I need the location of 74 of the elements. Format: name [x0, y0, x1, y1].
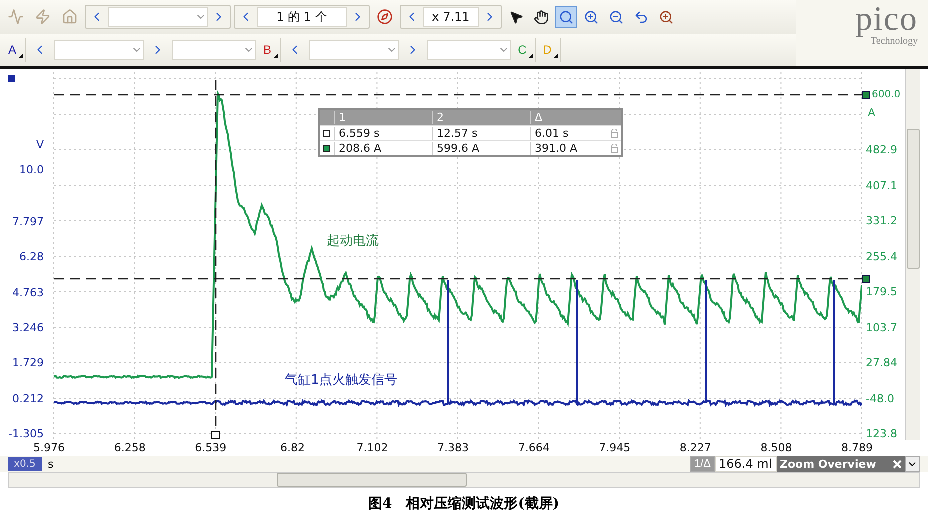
multiplier-badge: x0.5 — [8, 457, 42, 471]
channel-button[interactable]: A — [4, 38, 26, 62]
hand-icon — [534, 10, 548, 24]
zoom-out-icon — [608, 10, 624, 24]
undo-icon — [634, 10, 648, 24]
axis-label: 6.28 — [20, 250, 44, 264]
column-header: 2 — [432, 111, 530, 124]
table-cell: 6.01 s — [530, 126, 621, 140]
axis-label: -48.0 — [866, 392, 894, 405]
zoom-icon — [658, 10, 674, 24]
panel-title: Zoom Overview — [780, 458, 876, 470]
table-cell: 391.0 A — [530, 142, 621, 154]
page-field[interactable]: 1 的 1 个 — [257, 7, 347, 27]
axis-label: 7.945 — [599, 442, 631, 454]
zoom-field[interactable]: x 7.11 — [423, 7, 479, 27]
axis-label: 7.383 — [438, 442, 470, 454]
axis-unit: A — [868, 106, 876, 120]
axis-label: 255.4 — [866, 250, 898, 263]
column-header: Δ — [530, 111, 621, 124]
coupling-dropdown[interactable] — [427, 40, 511, 60]
axis-unit: s — [48, 458, 55, 470]
dropdown-button[interactable] — [905, 456, 920, 472]
table-cell: 208.6 A — [334, 142, 432, 154]
zoom-in-icon — [584, 10, 598, 24]
axis-label: 1.729 — [12, 356, 44, 370]
cursor-handle[interactable] — [862, 275, 870, 283]
annotation-label: 气缸1点火触发信号 — [285, 372, 398, 389]
axis-label: 8.789 — [842, 442, 874, 454]
axis-label: 8.227 — [680, 442, 712, 454]
axis-label: 7.102 — [356, 442, 388, 454]
axis-label: 482.9 — [866, 144, 898, 156]
axis-label: 407.1 — [866, 179, 898, 192]
lock-icon — [611, 129, 618, 138]
table-cell: 6.559 s — [334, 126, 432, 140]
table-cell: 12.57 s — [432, 126, 530, 140]
axis-label: 123.8 — [866, 428, 898, 440]
axis-label: 600.0 — [872, 90, 901, 100]
close-icon[interactable] — [893, 460, 902, 468]
figure-caption: 图4 相对压缩测试波形(截屏) — [368, 495, 560, 514]
axis-label: 331.2 — [866, 214, 898, 228]
view-dropdown[interactable] — [108, 7, 208, 27]
axis-label: 179.5 — [866, 286, 898, 298]
channel-marker-icon — [8, 75, 15, 82]
ruler-value-field[interactable]: 166.4 ml — [715, 456, 777, 472]
table-cell: 599.6 A — [432, 142, 530, 154]
axis-label: 0.212 — [12, 392, 44, 405]
axis-label: 6.539 — [195, 442, 227, 454]
axis-label: 8.508 — [760, 442, 792, 454]
axis-label: 6.258 — [114, 442, 146, 454]
axis-label: 103.7 — [866, 321, 898, 334]
logo-tagline: Technology — [870, 36, 918, 47]
axis-label: 4.763 — [12, 286, 44, 300]
range-dropdown[interactable] — [54, 40, 144, 60]
pointer-icon — [508, 10, 524, 24]
annotation-label: 起动电流 — [327, 233, 379, 250]
axis-label: 3.246 — [12, 321, 44, 334]
axis-unit: V — [36, 138, 44, 152]
channel-button[interactable]: B — [259, 38, 281, 62]
range-dropdown[interactable] — [309, 40, 399, 60]
column-header: 1 — [334, 111, 432, 124]
axis-label: 5.976 — [34, 442, 66, 454]
axis-label: 10.0 — [20, 164, 44, 176]
axis-label: 6.82 — [280, 442, 305, 454]
coupling-dropdown[interactable] — [172, 40, 256, 60]
logo-name: pico — [855, 4, 918, 36]
axis-label: 7.797 — [12, 216, 44, 228]
axis-label: -1.305 — [8, 427, 44, 440]
zoom-icon — [558, 10, 574, 24]
lock-icon — [611, 144, 618, 153]
axis-label: 7.664 — [518, 442, 550, 454]
axis-label: 27.84 — [866, 356, 898, 370]
horizontal-scrollbar[interactable] — [8, 472, 920, 488]
vertical-scrollbar[interactable] — [905, 69, 920, 440]
cursor-handle[interactable] — [862, 91, 870, 99]
